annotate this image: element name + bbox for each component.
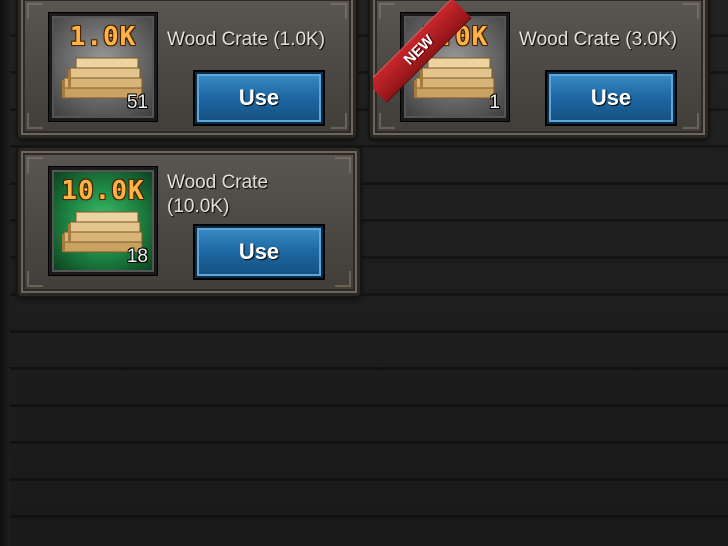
item-name-line-1: Wood Crate — [167, 172, 269, 193]
use-button[interactable]: Use — [195, 72, 323, 124]
item-card-wood-crate-3k[interactable]: 3.0K 1 NEW Wood Crate (3.0K) Use — [368, 0, 710, 140]
item-quantity: 51 — [126, 92, 148, 113]
card-corner-ornament — [27, 113, 43, 129]
card-corner-ornament — [331, 3, 347, 19]
item-name: Wood Crate (1.0K) — [167, 29, 326, 50]
item-card-wood-crate-10k[interactable]: 10.0K 18 Wood Crate (10.0K) Use — [16, 146, 362, 298]
item-quantity: 18 — [126, 246, 148, 267]
card-corner-ornament — [27, 3, 43, 19]
card-corner-ornament — [683, 3, 699, 19]
crate-amount-label: 10.0K — [61, 176, 145, 206]
item-name-line-2: (10.0K) — [167, 196, 230, 217]
card-corner-ornament — [335, 271, 351, 287]
card-corner-ornament — [379, 3, 395, 19]
use-button[interactable]: Use — [547, 72, 675, 124]
item-quantity: 1 — [489, 92, 500, 113]
use-button[interactable]: Use — [195, 226, 323, 278]
card-corner-ornament — [331, 113, 347, 129]
card-corner-ornament — [27, 157, 43, 173]
crate-amount-label: 1.0K — [69, 22, 137, 52]
item-card-wood-crate-1k[interactable]: 1.0K 51 Wood Crate (1.0K) Use — [16, 0, 358, 140]
card-corner-ornament — [683, 113, 699, 129]
card-corner-ornament — [335, 157, 351, 173]
item-icon-frame: 1.0K 51 — [49, 13, 157, 121]
item-name: Wood Crate (3.0K) — [519, 29, 678, 50]
inventory-left-edge — [0, 0, 10, 546]
item-icon-frame: 10.0K 18 — [49, 167, 157, 275]
card-corner-ornament — [379, 113, 395, 129]
card-corner-ornament — [27, 271, 43, 287]
